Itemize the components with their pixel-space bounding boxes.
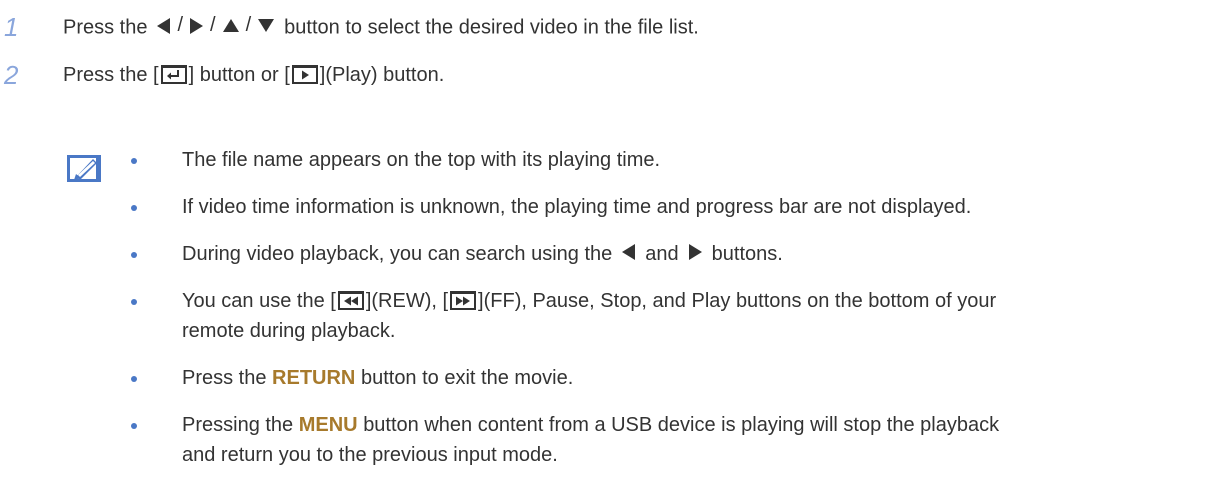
- step-number: 1: [4, 11, 19, 42]
- note-text-after: buttons.: [711, 243, 783, 265]
- menu-keyword: MENU: [298, 414, 358, 436]
- step-text-before: Press the: [63, 16, 148, 39]
- enter-key-icon: [160, 64, 187, 84]
- note-text-after: button when content from a USB device is…: [363, 414, 1000, 436]
- list-item: During video playback, you can search us…: [131, 239, 1211, 269]
- note-text-after: button to exit the movie.: [360, 367, 574, 389]
- step-number: 2: [4, 59, 19, 90]
- manual-page: 1 Press the / / / button to select the desir…: [0, 0, 1213, 467]
- note-text-before: During video playback, you can search us…: [182, 243, 613, 265]
- note-text-p2: ](REW), [: [365, 290, 449, 312]
- down-arrow-icon: [258, 19, 275, 33]
- fast-forward-key-icon: [450, 291, 477, 310]
- right-arrow-icon: [688, 244, 702, 260]
- step-text-mid: ] button or [: [188, 63, 290, 86]
- list-item: Press the RETURN button to exit the movi…: [131, 363, 1211, 393]
- separator: /: [245, 14, 252, 37]
- step-text: Press the / / / button to select the desired…: [63, 14, 699, 40]
- return-keyword: RETURN: [272, 367, 356, 389]
- up-arrow-icon: [222, 19, 239, 33]
- step-text: Press the [ ] button or [ ](Play) button.: [63, 64, 444, 87]
- rewind-key-icon: [337, 291, 364, 310]
- left-arrow-icon: [622, 244, 636, 260]
- bullet-icon: [131, 158, 137, 164]
- list-item: You can use the [ ](REW), [ ](FF), Pause, …: [131, 286, 1211, 346]
- note-text-p1: You can use the [: [182, 290, 336, 312]
- step-text-before: Press the [: [63, 63, 159, 86]
- note-pencil-icon: [67, 155, 101, 182]
- list-item: The file name appears on the top with it…: [131, 145, 1211, 175]
- note-text-line2: and return you to the previous input mod…: [182, 444, 558, 466]
- note-text: If video time information is unknown, th…: [182, 196, 972, 218]
- bullet-icon: [131, 205, 137, 211]
- note-text-before: Press the: [182, 367, 267, 389]
- note-text-p4: remote during playback.: [182, 320, 396, 342]
- note-text-p3: ](FF), Pause, Stop, and Play buttons on …: [478, 290, 997, 312]
- list-item: If video time information is unknown, th…: [131, 192, 1211, 222]
- note-text: The file name appears on the top with it…: [182, 149, 661, 171]
- arrow-buttons-group: / / /: [157, 14, 275, 37]
- bullet-icon: [131, 299, 137, 305]
- step-text-after: button to select the desired video in th…: [284, 16, 699, 39]
- separator: /: [177, 14, 184, 37]
- list-item: Pressing the MENU button when content fr…: [131, 410, 1211, 470]
- bullet-icon: [131, 376, 137, 382]
- separator: /: [210, 14, 216, 37]
- bullet-icon: [131, 423, 137, 429]
- bullet-icon: [131, 252, 137, 258]
- play-key-icon: [291, 64, 318, 84]
- note-text-before: Pressing the: [182, 414, 294, 436]
- left-arrow-icon: [157, 17, 171, 34]
- step-text-after: ](Play) button.: [319, 63, 445, 86]
- right-arrow-icon: [190, 17, 204, 34]
- notes-list: The file name appears on the top with it…: [131, 145, 1211, 487]
- note-text-mid: and: [645, 243, 679, 265]
